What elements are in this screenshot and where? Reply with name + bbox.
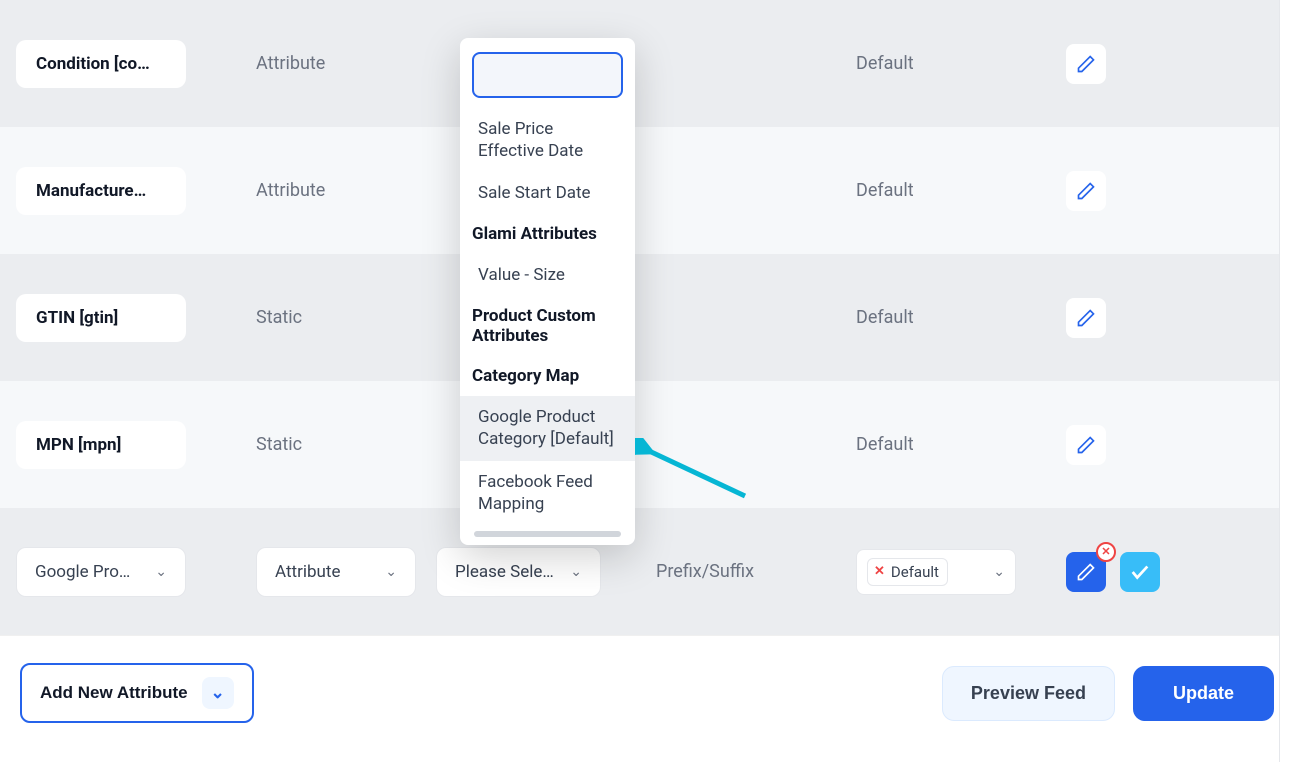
output-type: Default	[856, 53, 1066, 74]
scrollbar-indicator	[474, 531, 621, 537]
table-row-editing: Google Pro… ⌄ Attribute ⌄ Please Sele… ⌄…	[0, 508, 1294, 635]
prefix-suffix-label: Prefix/Suffix	[636, 561, 856, 582]
edit-button[interactable]	[1066, 298, 1106, 338]
footer-bar: Add New Attribute ⌄ Preview Feed Update	[0, 635, 1294, 750]
table-row: Condition [co… Attribute Default	[0, 0, 1294, 127]
attribute-type: Attribute	[216, 53, 436, 74]
dropdown-group-header: Product Custom Attributes	[460, 296, 635, 356]
attribute-label-pill: Manufacture…	[16, 167, 186, 215]
dropdown-option[interactable]: Sale Start Date	[460, 172, 635, 214]
pencil-icon	[1076, 562, 1096, 582]
dropdown-group-header: Category Map	[460, 356, 635, 396]
dropdown-list[interactable]: Sale Price Effective Date Sale Start Dat…	[460, 108, 635, 525]
value-dropdown-popup: Sale Price Effective Date Sale Start Dat…	[460, 38, 635, 545]
value-select[interactable]: Please Sele… ⌄	[436, 547, 601, 597]
output-tag-select[interactable]: ✕ Default ⌄	[856, 549, 1016, 595]
update-button[interactable]: Update	[1133, 666, 1274, 721]
attribute-type: Static	[216, 434, 436, 455]
output-type: Default	[856, 307, 1066, 328]
attribute-label-pill: GTIN [gtin]	[16, 294, 186, 342]
table-row: Manufacture… Attribute Default	[0, 127, 1294, 254]
output-tag-chip[interactable]: ✕ Default	[867, 558, 948, 586]
attribute-label-pill: Condition [co…	[16, 40, 186, 88]
attribute-label-pill: MPN [mpn]	[16, 421, 186, 469]
chevron-down-icon: ⌄	[993, 564, 1005, 580]
attribute-type: Attribute	[216, 180, 436, 201]
pencil-icon	[1076, 435, 1096, 455]
dropdown-group-header: Glami Attributes	[460, 214, 635, 254]
table-row: MPN [mpn] Static Default	[0, 381, 1294, 508]
dropdown-option[interactable]: Sale Price Effective Date	[460, 108, 635, 172]
output-type: Default	[856, 434, 1066, 455]
dropdown-option-highlighted[interactable]: Google Product Category [Default]	[460, 396, 635, 460]
edit-button[interactable]	[1066, 171, 1106, 211]
add-new-attribute-button[interactable]: Add New Attribute ⌄	[20, 663, 254, 723]
attribute-select[interactable]: Google Pro… ⌄	[16, 547, 186, 597]
attribute-table: Condition [co… Attribute Default Manufac…	[0, 0, 1294, 635]
chevron-down-icon: ⌄	[385, 564, 397, 580]
dropdown-search-input[interactable]	[472, 52, 623, 98]
pencil-icon	[1076, 54, 1096, 74]
table-row: GTIN [gtin] Static Default	[0, 254, 1294, 381]
check-icon	[1129, 561, 1151, 583]
edit-button[interactable]	[1066, 425, 1106, 465]
pencil-icon	[1076, 181, 1096, 201]
remove-tag-icon[interactable]: ✕	[874, 564, 885, 579]
attribute-type: Static	[216, 307, 436, 328]
confirm-button[interactable]	[1120, 552, 1160, 592]
chevron-down-icon: ⌄	[155, 564, 167, 580]
dropdown-option[interactable]: Facebook Feed Mapping	[460, 461, 635, 525]
type-select[interactable]: Attribute ⌄	[256, 547, 416, 597]
edit-button[interactable]	[1066, 44, 1106, 84]
right-border	[1280, 0, 1294, 762]
pencil-icon	[1076, 308, 1096, 328]
chevron-down-icon: ⌄	[202, 677, 234, 709]
chevron-down-icon: ⌄	[570, 564, 582, 580]
close-icon[interactable]: ✕	[1096, 542, 1116, 562]
output-type: Default	[856, 180, 1066, 201]
dropdown-option[interactable]: Value - Size	[460, 254, 635, 296]
preview-feed-button[interactable]: Preview Feed	[942, 666, 1115, 721]
